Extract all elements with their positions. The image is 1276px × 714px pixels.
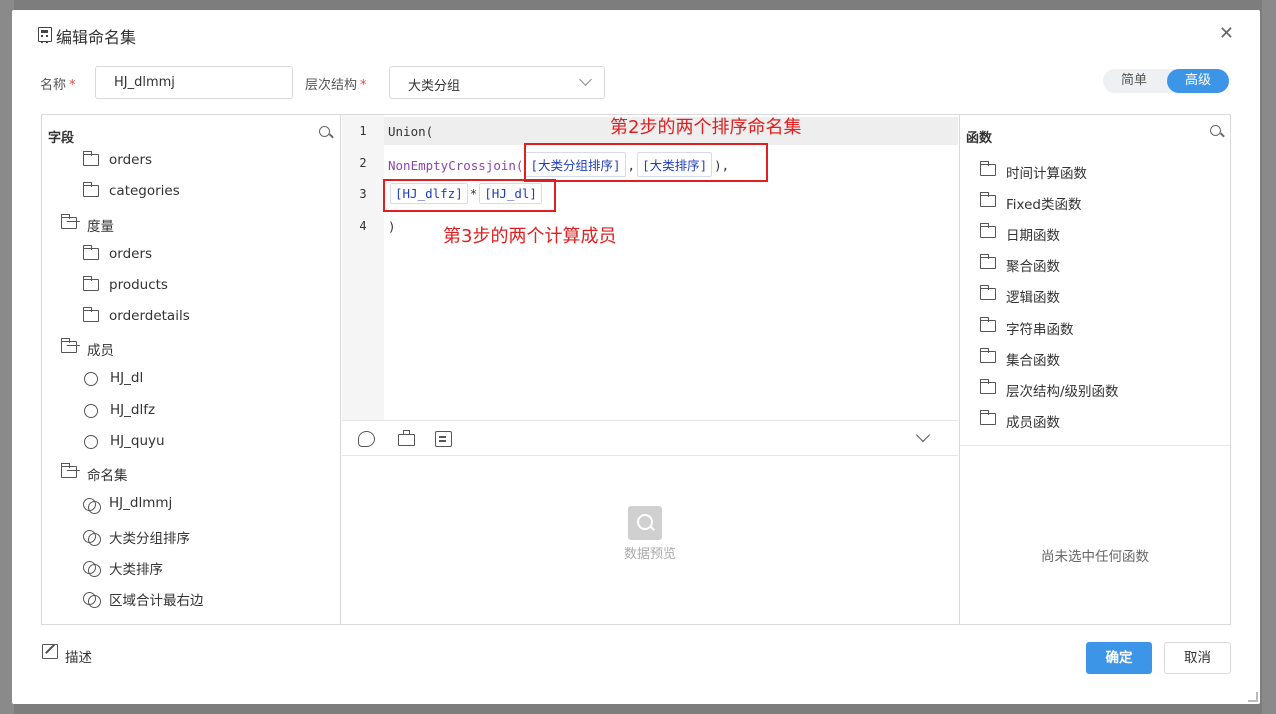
code-editor[interactable]: 1 2 3 4 Union( NonEmptyCrossjoin([大类分组排序… <box>342 115 958 420</box>
folder-icon <box>980 410 996 425</box>
folder-icon <box>83 245 99 260</box>
folder-icon <box>980 285 996 300</box>
hierarchy-select-value: 大类分组 <box>408 79 461 94</box>
functions-panel-title: 函数 <box>966 131 993 146</box>
named-set-icon <box>83 497 101 514</box>
name-input[interactable]: HJ_dlmmj <box>95 66 293 99</box>
folder-icon <box>980 317 996 332</box>
line-number: 1 <box>359 124 367 138</box>
data-preview-icon <box>628 506 662 540</box>
member-icon <box>84 372 98 386</box>
preview-toolbar <box>342 420 958 456</box>
chevron-down-icon <box>579 73 592 86</box>
search-icon[interactable] <box>319 126 333 140</box>
fields-panel-title: 字段 <box>48 131 75 146</box>
describe-label: 描述 <box>65 650 92 666</box>
function-list: 函数 时间计算函数 Fixed类函数 日期函数 聚合函数 逻辑函数 字符串函数 … <box>960 115 1230 446</box>
background-right <box>1262 0 1276 714</box>
folder-icon <box>980 254 996 269</box>
preview-search-icon[interactable] <box>358 431 375 447</box>
calculator-icon <box>38 27 52 43</box>
folder-open-icon <box>61 214 77 229</box>
search-icon[interactable] <box>1210 125 1224 139</box>
fields-panel: 字段 orders categories 度量 orders products … <box>42 115 341 624</box>
hierarchy-label: 层次结构 * <box>305 78 367 93</box>
function-name: NonEmptyCrossjoin( <box>388 158 524 173</box>
folder-icon <box>980 192 996 207</box>
resize-handle-icon[interactable] <box>1248 692 1258 702</box>
editor-workspace: 字段 orders categories 度量 orders products … <box>41 114 1231 625</box>
member-icon <box>84 435 98 449</box>
line-number-gutter: 1 2 3 4 <box>342 115 384 420</box>
simple-mode-button[interactable]: 简单 <box>1103 69 1165 93</box>
function-detail-area: 尚未选中任何函数 <box>960 446 1230 624</box>
folder-icon <box>83 182 99 197</box>
folder-icon <box>980 348 996 363</box>
advanced-mode-button[interactable]: 高级 <box>1167 69 1229 93</box>
named-set-icon <box>83 591 101 608</box>
step2-annotation: 第2步的两个排序命名集 <box>610 117 802 138</box>
edit-icon <box>42 644 58 659</box>
format-icon[interactable] <box>435 431 452 447</box>
data-preview-area: 数据预览 <box>342 456 958 624</box>
mode-toggle: 简单 高级 <box>1103 69 1229 93</box>
cancel-button[interactable]: 取消 <box>1164 642 1231 674</box>
folder-icon <box>83 307 99 322</box>
line-number: 2 <box>359 156 367 170</box>
functions-panel: 函数 时间计算函数 Fixed类函数 日期函数 聚合函数 逻辑函数 字符串函数 … <box>959 115 1230 624</box>
folder-open-icon <box>61 463 77 478</box>
briefcase-icon[interactable] <box>398 430 415 446</box>
step3-annotation: 第3步的两个计算成员 <box>443 226 617 247</box>
named-set-icon <box>83 529 101 546</box>
form-row: 名称 * HJ_dlmmj 层次结构 * 大类分组 <box>12 66 1260 100</box>
code-line-1: Union( <box>388 124 434 139</box>
folder-icon <box>83 276 99 291</box>
data-preview-label: 数据预览 <box>623 547 676 562</box>
step3-highlight-box <box>383 179 556 212</box>
dialog-title: 编辑命名集 <box>56 28 137 47</box>
folder-icon <box>83 151 99 166</box>
close-button[interactable]: ✕ <box>1219 24 1234 44</box>
named-set-icon <box>83 560 101 577</box>
line-number: 3 <box>359 187 367 201</box>
line-number: 4 <box>359 219 367 233</box>
dialog-header: 编辑命名集 ✕ <box>12 10 1260 58</box>
folder-icon <box>980 379 996 394</box>
name-label: 名称 * <box>40 78 76 93</box>
step2-highlight-box <box>524 143 768 182</box>
folder-open-icon <box>61 338 77 353</box>
ok-button[interactable]: 确定 <box>1086 642 1152 674</box>
member-icon <box>84 404 98 418</box>
chevron-down-icon[interactable] <box>915 427 931 443</box>
no-function-selected-text: 尚未选中任何函数 <box>1041 549 1149 565</box>
folder-icon <box>980 223 996 238</box>
hierarchy-select[interactable]: 大类分组 <box>389 66 605 99</box>
edit-named-set-dialog: 编辑命名集 ✕ 名称 * HJ_dlmmj 层次结构 * 大类分组 简单 高级 字段… <box>12 10 1260 704</box>
folder-icon <box>980 161 996 176</box>
code-line-4: ) <box>388 219 396 234</box>
